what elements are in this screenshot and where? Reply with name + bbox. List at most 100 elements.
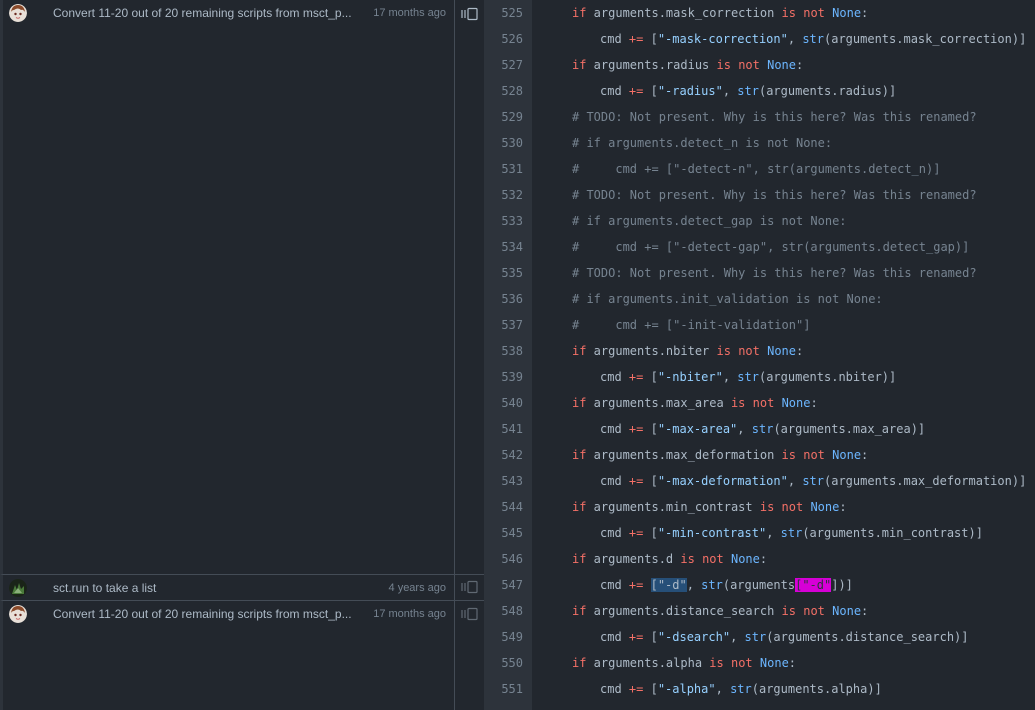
code-token: [	[643, 422, 658, 436]
line-number[interactable]: 536	[484, 291, 523, 307]
code-token: str	[802, 474, 824, 488]
code-line[interactable]: 533 # if arguments.detect_gap is not None…	[484, 208, 1035, 234]
reblame-icon[interactable]	[461, 607, 479, 621]
blame-hunk[interactable]: sct.run to take a list 4 years ago	[0, 575, 454, 601]
line-number[interactable]: 542	[484, 447, 523, 463]
code-text: # cmd += ["-detect-gap", str(arguments.d…	[572, 239, 969, 255]
code-listing[interactable]: 525 if arguments.mask_correction is not N…	[484, 0, 1035, 710]
code-token: cmd	[600, 32, 629, 46]
code-line[interactable]: 535 # TODO: Not present. Why is this here…	[484, 260, 1035, 286]
code-line[interactable]: 530 # if arguments.detect_n is not None:	[484, 130, 1035, 156]
code-token: +=	[628, 32, 644, 46]
code-token: None	[832, 6, 862, 20]
code-line[interactable]: 551 cmd += ["-alpha", str(arguments.alpha…	[484, 676, 1035, 702]
line-number[interactable]: 528	[484, 83, 523, 99]
code-token: "-nbiter"	[657, 370, 723, 384]
line-number[interactable]: 539	[484, 369, 523, 385]
line-number[interactable]: 529	[484, 109, 523, 125]
line-number[interactable]: 538	[484, 343, 523, 359]
commit-time: 17 months ago	[373, 7, 446, 19]
code-token: arguments.mask_correction	[586, 6, 782, 20]
line-number[interactable]: 530	[484, 135, 523, 151]
line-number[interactable]: 547	[484, 577, 523, 593]
line-number[interactable]: 550	[484, 655, 523, 671]
commit-message-link[interactable]: Convert 11-20 out of 20 remaining script…	[53, 5, 358, 21]
code-token: if	[572, 604, 587, 618]
code-line[interactable]: 540 if arguments.max_area is not None:	[484, 390, 1035, 416]
code-token: cmd	[600, 630, 629, 644]
line-number[interactable]: 551	[484, 681, 523, 697]
code-token: None	[759, 656, 789, 670]
line-number[interactable]: 532	[484, 187, 523, 203]
line-number[interactable]: 525	[484, 5, 523, 21]
avatar[interactable]	[9, 579, 27, 597]
line-number[interactable]: 537	[484, 317, 523, 333]
code-line[interactable]: 536 # if arguments.init_validation is not…	[484, 286, 1035, 312]
code-line[interactable]: 550 if arguments.alpha is not None:	[484, 650, 1035, 676]
code-line[interactable]: 526 cmd += ["-mask-correction", str(argum…	[484, 26, 1035, 52]
commit-message-link[interactable]: sct.run to take a list	[53, 580, 358, 596]
code-token: "-mask-correction"	[657, 32, 788, 46]
code-text: # cmd += ["-detect-n", str(arguments.det…	[572, 161, 940, 177]
code-line[interactable]: 525 if arguments.mask_correction is not N…	[484, 0, 1035, 26]
reblame-icon[interactable]	[461, 580, 479, 594]
blame-hunk[interactable]: Convert 11-20 out of 20 remaining script…	[0, 601, 454, 710]
code-line[interactable]: 538 if arguments.nbiter is not None:	[484, 338, 1035, 364]
code-text: if arguments.max_area is not None:	[572, 395, 818, 411]
avatar[interactable]	[9, 4, 27, 22]
code-line[interactable]: 542 if arguments.max_deformation is not N…	[484, 442, 1035, 468]
line-number[interactable]: 531	[484, 161, 523, 177]
code-token: not	[702, 552, 724, 566]
code-token: cmd	[600, 578, 629, 592]
line-number[interactable]: 541	[484, 421, 523, 437]
line-number[interactable]: 545	[484, 525, 523, 541]
code-text: if arguments.max_deformation is not None…	[572, 447, 868, 463]
code-token: [	[643, 630, 658, 644]
code-text: cmd += ["-nbiter", str(arguments.nbiter)…	[600, 369, 896, 385]
line-number[interactable]: 548	[484, 603, 523, 619]
avatar[interactable]	[9, 605, 27, 623]
code-line[interactable]: 548 if arguments.distance_search is not N…	[484, 598, 1035, 624]
line-number[interactable]: 540	[484, 395, 523, 411]
blame-hunk[interactable]: Convert 11-20 out of 20 remaining script…	[0, 0, 454, 575]
code-line[interactable]: 532 # TODO: Not present. Why is this here…	[484, 182, 1035, 208]
line-number[interactable]: 549	[484, 629, 523, 645]
code-token: not	[738, 344, 760, 358]
code-token: (arguments.distance_search)]	[766, 630, 969, 644]
code-line[interactable]: 544 if arguments.min_contrast is not None…	[484, 494, 1035, 520]
reblame-icon[interactable]	[461, 7, 479, 21]
line-number[interactable]: 546	[484, 551, 523, 567]
line-number[interactable]: 535	[484, 265, 523, 281]
line-number[interactable]: 544	[484, 499, 523, 515]
line-number[interactable]: 534	[484, 239, 523, 255]
code-text: cmd += ["-max-deformation", str(argument…	[600, 473, 1026, 489]
code-text: if arguments.distance_search is not None…	[572, 603, 868, 619]
code-line[interactable]: 529 # TODO: Not present. Why is this here…	[484, 104, 1035, 130]
code-token: not	[752, 396, 775, 410]
code-token: +=	[628, 422, 644, 436]
code-line[interactable]: 546 if arguments.d is not None:	[484, 546, 1035, 572]
code-line[interactable]: 541 cmd += ["-max-area", str(arguments.ma…	[484, 416, 1035, 442]
code-line[interactable]: 545 cmd += ["-min-contrast", str(argument…	[484, 520, 1035, 546]
line-number[interactable]: 533	[484, 213, 523, 229]
line-number[interactable]: 527	[484, 57, 523, 73]
code-token: not	[730, 656, 753, 670]
code-line[interactable]: 537 # cmd += ["-init-validation"]	[484, 312, 1035, 338]
code-line[interactable]: 549 cmd += ["-dsearch", str(arguments.dis…	[484, 624, 1035, 650]
code-line[interactable]: 539 cmd += ["-nbiter", str(arguments.nbit…	[484, 364, 1035, 390]
commit-message-link[interactable]: Convert 11-20 out of 20 remaining script…	[53, 606, 358, 622]
code-token: str	[737, 84, 759, 98]
code-line[interactable]: 543 cmd += ["-max-deformation", str(argum…	[484, 468, 1035, 494]
code-line[interactable]: 528 cmd += ["-radius", str(arguments.radi…	[484, 78, 1035, 104]
code-line[interactable]: 531 # cmd += ["-detect-n", str(arguments.…	[484, 156, 1035, 182]
code-token: cmd	[600, 526, 629, 540]
code-token: arguments.max_deformation	[586, 448, 782, 462]
code-line[interactable]: 527 if arguments.radius is not None:	[484, 52, 1035, 78]
code-line[interactable]: 534 # cmd += ["-detect-gap", str(argument…	[484, 234, 1035, 260]
line-number[interactable]: 543	[484, 473, 523, 489]
code-token: if	[572, 344, 587, 358]
code-token: if	[572, 448, 587, 462]
code-text: # if arguments.init_validation is not No…	[572, 291, 883, 307]
code-line[interactable]: 547 cmd += ["-d", str(arguments["-d"])]	[484, 572, 1035, 598]
line-number[interactable]: 526	[484, 31, 523, 47]
